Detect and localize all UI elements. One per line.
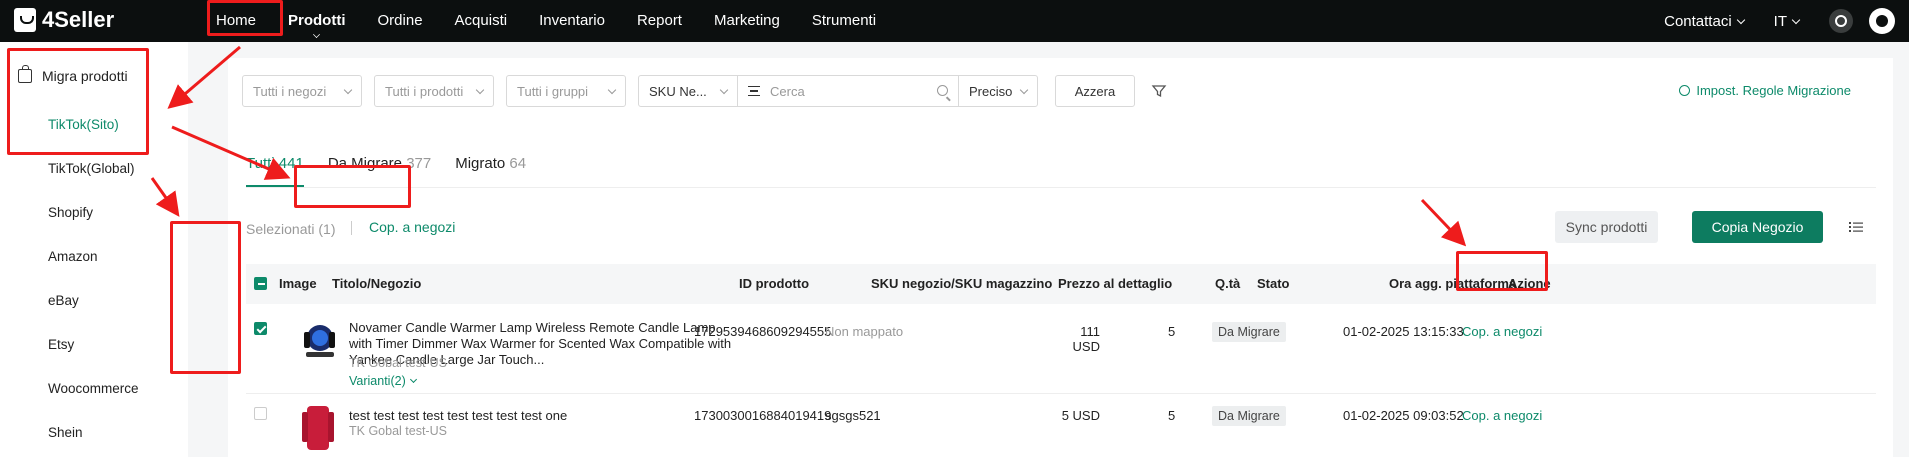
arrow-nav-to-sidebar xyxy=(167,45,241,109)
annotation-arrows xyxy=(150,45,1467,247)
arrow-to-action xyxy=(1420,198,1467,247)
arrow-sidebar-to-copy xyxy=(171,125,291,180)
arrow-to-checkboxes xyxy=(150,177,180,217)
